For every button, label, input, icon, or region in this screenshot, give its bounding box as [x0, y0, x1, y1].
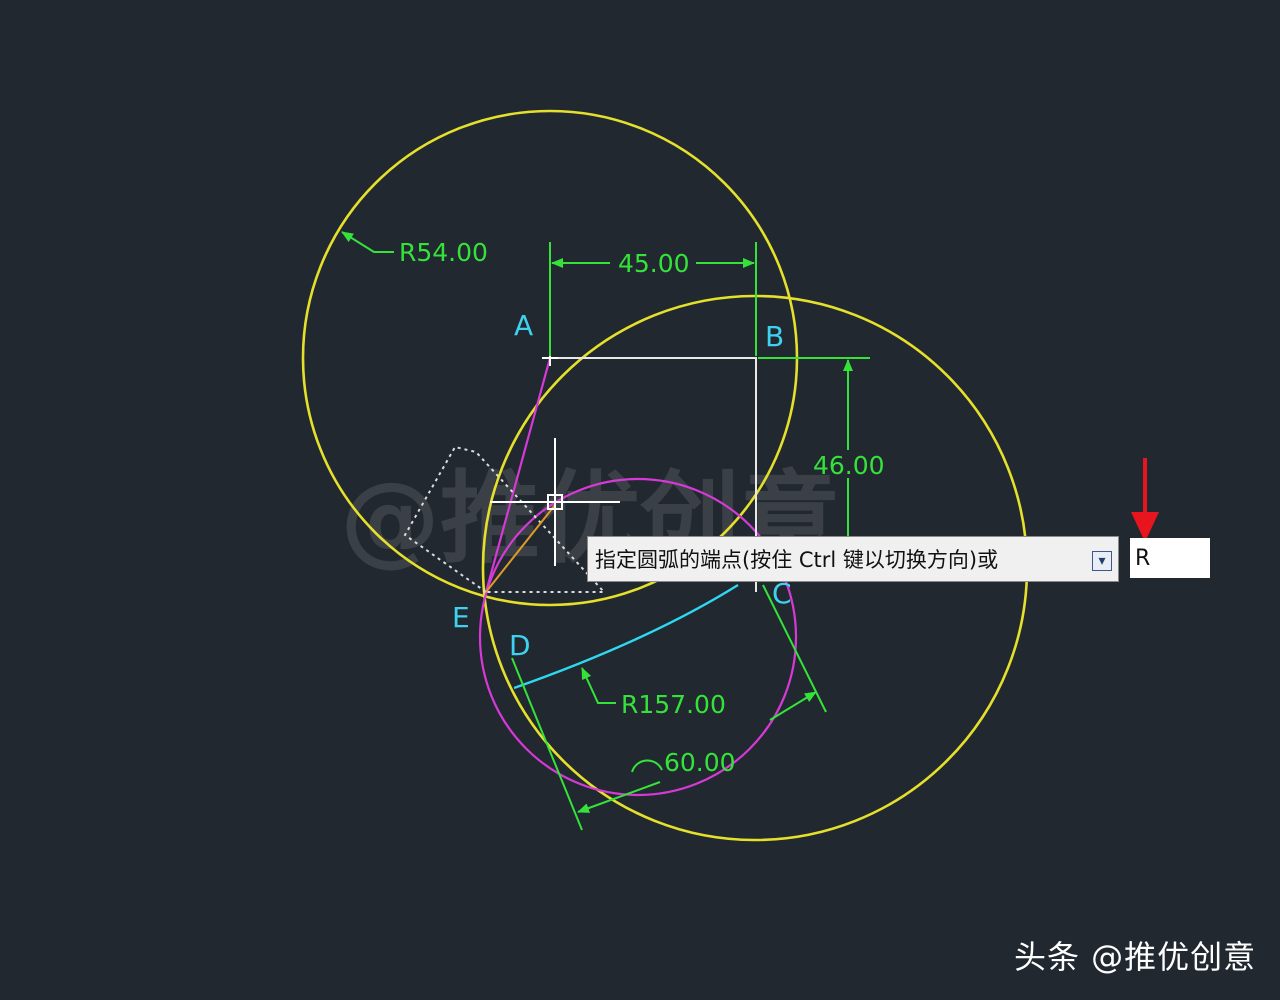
arc-r157[interactable]: [513, 583, 739, 690]
source-watermark: 头条 @推优创意: [1014, 938, 1257, 976]
point-label-d: D: [509, 629, 531, 662]
point-label-e: E: [452, 601, 470, 634]
dimension-r54-text: R54.00: [399, 238, 488, 267]
dropdown-icon[interactable]: ▾: [1092, 551, 1112, 571]
point-label-a: A: [514, 309, 533, 342]
dimension-60-text: 60.00: [664, 748, 736, 777]
dimension-r157-text: R157.00: [621, 690, 726, 719]
dimension-r157[interactable]: [581, 667, 616, 704]
drawing-canvas[interactable]: @推优创意 45.00 46.00 R54.00 R157.00 60.00 A…: [0, 0, 1280, 1000]
dimension-r54[interactable]: [341, 231, 394, 253]
command-prompt-text: 指定圆弧的端点(按住 Ctrl 键以切换方向)或: [595, 548, 999, 572]
dimension-46-text: 46.00: [813, 451, 885, 480]
point-label-b: B: [765, 320, 784, 353]
command-input[interactable]: [1130, 538, 1210, 578]
dimension-45-text: 45.00: [618, 249, 690, 278]
red-arrow-icon: [1131, 458, 1159, 542]
command-prompt-tooltip: 指定圆弧的端点(按住 Ctrl 键以切换方向)或 ▾: [587, 536, 1119, 582]
